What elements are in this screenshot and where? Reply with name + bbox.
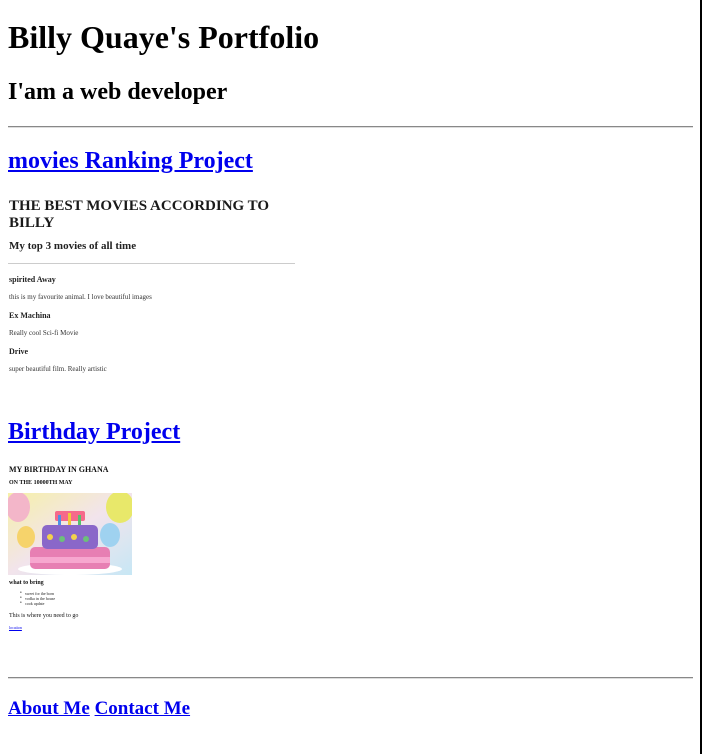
movies-preview-subheading: My top 3 movies of all time: [9, 240, 137, 252]
movie-title: Drive: [9, 347, 29, 356]
divider-bottom: [8, 677, 693, 679]
list-item: cook update: [20, 601, 55, 606]
movies-preview-divider: [8, 263, 295, 264]
divider-top: [8, 126, 693, 128]
map-link[interactable]: location: [9, 625, 22, 630]
movie-description: Really cool Sci-fi Movie: [9, 329, 79, 337]
birthday-project-link[interactable]: Birthday Project: [8, 417, 180, 447]
birthday-preview-heading: MY BIRTHDAY IN GHANA: [9, 465, 109, 474]
page-title: Billy Quaye's Portfolio: [8, 19, 320, 55]
movie-title: Ex Machina: [9, 311, 51, 320]
movies-preview-heading: THE BEST MOVIES ACCORDING TO BILLY: [9, 198, 270, 231]
what-to-bring-heading: what to bring: [9, 580, 44, 586]
about-me-link[interactable]: About Me: [8, 698, 90, 719]
where-to-go-text: This is where you need to go: [9, 613, 79, 619]
footer-nav: About Me Contact Me: [8, 697, 190, 721]
movies-project-preview[interactable]: THE BEST MOVIES ACCORDING TO BILLY My to…: [8, 196, 298, 386]
birthday-cake-image: [8, 493, 132, 575]
movies-project-link[interactable]: movies Ranking Project: [8, 146, 253, 176]
contact-me-link[interactable]: Contact Me: [95, 698, 191, 719]
birthday-preview-subheading: ON THE 10000TH MAY: [9, 480, 73, 486]
birthday-project-preview[interactable]: MY BIRTHDAY IN GHANA ON THE 10000TH MAY: [8, 463, 208, 633]
movie-description: this is my favourite animal. I love beau…: [9, 293, 152, 301]
bring-list: sweet for the born vodka in the house co…: [20, 591, 55, 606]
movie-description: super beautiful film. Really artistic: [9, 365, 107, 373]
movie-title: spirited Away: [9, 275, 56, 284]
page-subtitle: I'am a web developer: [8, 79, 228, 105]
